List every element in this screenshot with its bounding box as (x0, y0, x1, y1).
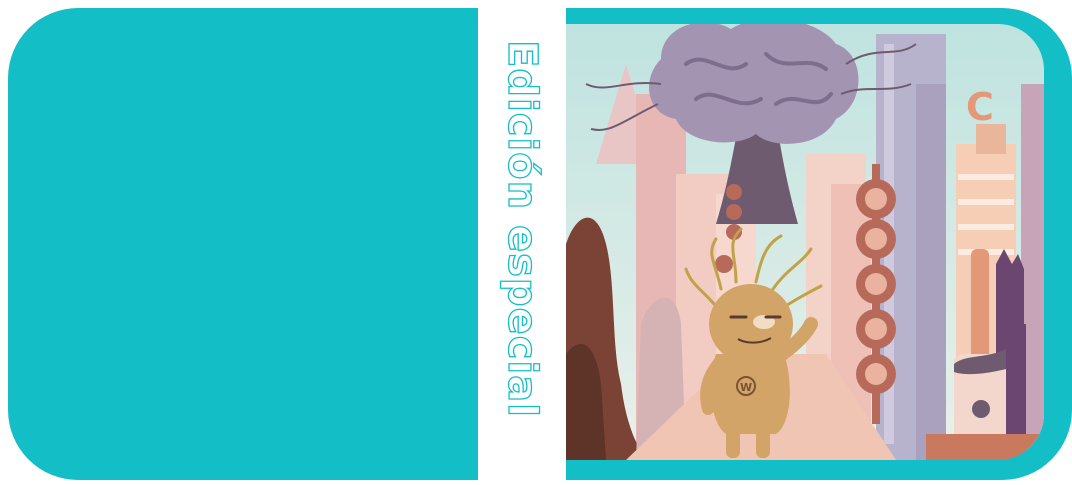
tower-letter: C (966, 85, 994, 129)
cover-illustration: C W (566, 24, 1044, 460)
spine-title: Edición especial (498, 39, 545, 418)
bead-tower (856, 164, 896, 424)
creature-badge-letter: W (740, 381, 752, 394)
back-cover-panel (8, 8, 478, 480)
front-cover-panel: C W (566, 8, 1072, 480)
